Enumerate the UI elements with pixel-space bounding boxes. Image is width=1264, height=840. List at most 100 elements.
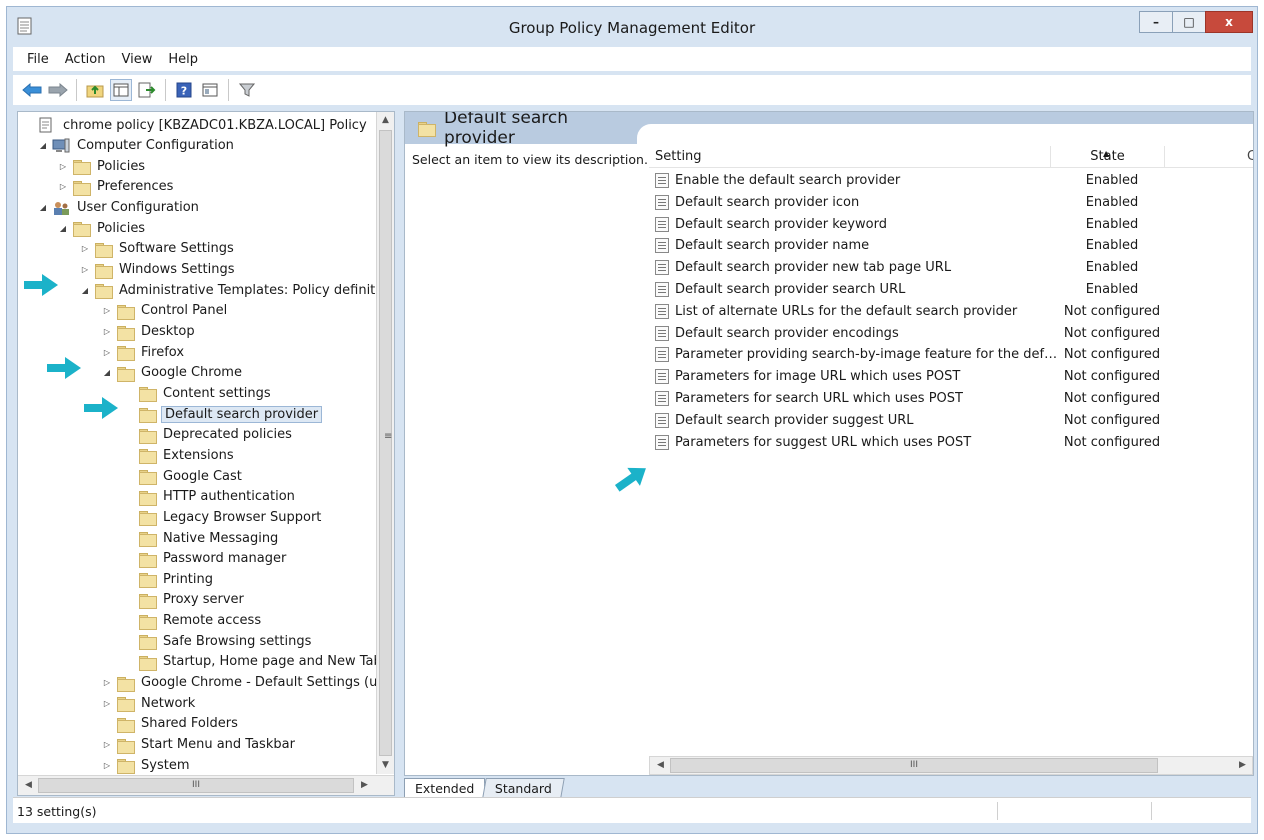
tree-node-label: Password manager <box>163 551 287 567</box>
setting-row[interactable]: Default search provider encodings Not con… <box>649 323 1253 344</box>
setting-row[interactable]: Parameter providing search-by-image feat… <box>649 344 1253 365</box>
setting-row[interactable]: Parameters for suggest URL which uses PO… <box>649 432 1253 453</box>
h-scroll-thumb[interactable]: III <box>670 758 1158 773</box>
tree-node[interactable]: ◢ User Configuration <box>38 198 201 218</box>
tree-node[interactable]: Safe Browsing settings <box>124 631 313 651</box>
expand-icon[interactable]: ▷ <box>102 327 112 336</box>
scroll-left-icon[interactable]: ◀ <box>20 777 37 794</box>
help-icon[interactable]: ? <box>173 79 195 101</box>
expand-icon[interactable]: ▷ <box>102 699 112 708</box>
back-icon[interactable] <box>21 79 43 101</box>
collapse-icon[interactable]: ◢ <box>58 224 68 233</box>
computer-icon <box>52 138 70 154</box>
menu-action[interactable]: Action <box>57 52 114 67</box>
tree-node[interactable]: Default search provider <box>124 404 323 424</box>
tree-node[interactable]: ◢ Policies <box>58 218 147 238</box>
forward-icon[interactable] <box>47 79 69 101</box>
collapse-icon[interactable]: ◢ <box>38 141 48 150</box>
properties-icon[interactable] <box>199 79 221 101</box>
expand-icon[interactable]: ▷ <box>102 306 112 315</box>
collapse-icon[interactable]: ◢ <box>38 203 48 212</box>
expand-icon[interactable]: ▷ <box>102 761 112 770</box>
column-header-state[interactable]: ▲ State <box>1051 146 1165 168</box>
tree-node[interactable]: Deprecated policies <box>124 425 294 445</box>
tab-standard[interactable]: Standard <box>482 778 566 798</box>
collapse-icon[interactable]: ◢ <box>80 286 90 295</box>
tree-node[interactable]: ◢ Google Chrome <box>102 363 244 383</box>
tree-vertical-scrollbar[interactable]: ▲ ≡ ▼ <box>376 112 394 774</box>
tree-node[interactable]: ▷ Preferences <box>58 177 175 197</box>
setting-row[interactable]: Default search provider search URL Enable… <box>649 279 1253 300</box>
tree-node[interactable]: Printing <box>124 569 215 589</box>
tree-node[interactable]: Shared Folders <box>102 714 240 734</box>
setting-name: Default search provider icon <box>675 194 860 210</box>
setting-row[interactable]: Default search provider suggest URL Not c… <box>649 410 1253 431</box>
column-header-setting[interactable]: Setting <box>649 146 1051 168</box>
tree-horizontal-scrollbar[interactable]: ◀ III ▶ <box>18 775 394 795</box>
tree-node[interactable]: ▷ Policies <box>58 156 147 176</box>
setting-row[interactable]: Parameters for image URL which uses POST… <box>649 366 1253 387</box>
tree-node[interactable]: HTTP authentication <box>124 487 297 507</box>
scroll-up-icon[interactable]: ▲ <box>377 112 394 129</box>
setting-row[interactable]: Default search provider icon Enabled <box>649 192 1253 213</box>
expand-icon[interactable]: ▷ <box>102 678 112 687</box>
tree-node[interactable]: Proxy server <box>124 590 246 610</box>
setting-row[interactable]: Enable the default search provider Enable… <box>649 170 1253 191</box>
tree-node[interactable]: ▷ Software Settings <box>80 239 236 259</box>
expand-icon[interactable]: ▷ <box>58 162 68 171</box>
tree-node[interactable]: ▷ Desktop <box>102 322 197 342</box>
expand-icon[interactable]: ▷ <box>102 740 112 749</box>
tree-node[interactable]: ◢ Administrative Templates: Policy defini… <box>80 280 377 300</box>
tree-node[interactable]: ◢ Computer Configuration <box>38 136 236 156</box>
up-folder-icon[interactable] <box>84 79 106 101</box>
scroll-right-icon[interactable]: ▶ <box>1234 757 1251 774</box>
scroll-thumb[interactable]: ≡ <box>379 130 392 756</box>
setting-row[interactable]: List of alternate URLs for the default s… <box>649 301 1253 322</box>
setting-row[interactable]: Default search provider new tab page URL… <box>649 257 1253 278</box>
tree-node[interactable]: ▷ Firefox <box>102 342 186 362</box>
expand-icon[interactable]: ▷ <box>102 348 112 357</box>
setting-row[interactable]: Default search provider keyword Enabled <box>649 214 1253 235</box>
tree-node[interactable]: Content settings <box>124 383 273 403</box>
scroll-right-icon[interactable]: ▶ <box>356 777 373 794</box>
tree-node[interactable]: Native Messaging <box>124 528 280 548</box>
expand-icon[interactable]: ▷ <box>80 265 90 274</box>
tree-node[interactable]: Extensions <box>124 445 236 465</box>
minimize-button[interactable]: – <box>1139 11 1173 33</box>
menu-help[interactable]: Help <box>160 52 206 67</box>
scroll-down-icon[interactable]: ▼ <box>377 757 394 774</box>
export-list-icon[interactable] <box>136 79 158 101</box>
tree-node[interactable]: Startup, Home page and New Tab page <box>124 652 377 672</box>
tree-node[interactable]: Remote access <box>124 611 263 631</box>
policy-doc-icon <box>38 117 56 133</box>
expand-icon[interactable]: ▷ <box>80 244 90 253</box>
scroll-left-icon[interactable]: ◀ <box>652 757 669 774</box>
tree-node[interactable]: ▷ Start Menu and Taskbar <box>102 735 297 755</box>
setting-row[interactable]: Default search provider name Enabled <box>649 235 1253 256</box>
details-horizontal-scrollbar[interactable]: ◀ III ▶ <box>649 756 1253 775</box>
list-header: Setting ▲ State C <box>649 146 1253 168</box>
show-hide-tree-icon[interactable] <box>110 79 132 101</box>
setting-state: Not configured <box>1063 434 1161 450</box>
tree-node[interactable]: ▷ System <box>102 755 191 774</box>
tree-node[interactable]: Google Cast <box>124 466 244 486</box>
tree-node-label: Network <box>141 695 196 711</box>
close-button[interactable]: x <box>1205 11 1253 33</box>
tab-extended[interactable]: Extended <box>404 778 486 798</box>
tree-node[interactable]: Password manager <box>124 549 288 569</box>
tree-node[interactable]: ▷ Google Chrome - Default Settings (users… <box>102 673 377 693</box>
expand-icon[interactable]: ▷ <box>58 182 68 191</box>
menu-view[interactable]: View <box>113 52 160 67</box>
setting-row[interactable]: Parameters for search URL which uses POS… <box>649 388 1253 409</box>
tree-node[interactable]: ▷ Control Panel <box>102 301 229 321</box>
collapse-icon[interactable]: ◢ <box>102 368 112 377</box>
tree-node[interactable]: ▷ Windows Settings <box>80 260 236 280</box>
tree-node[interactable]: chrome policy [KBZADC01.KBZA.LOCAL] Poli… <box>24 115 369 135</box>
menu-file[interactable]: File <box>19 52 57 67</box>
tree-node[interactable]: ▷ Network <box>102 693 197 713</box>
h-scroll-thumb[interactable]: III <box>38 778 354 793</box>
column-header-comment[interactable]: C <box>1165 146 1253 168</box>
maximize-button[interactable]: □ <box>1172 11 1206 33</box>
filter-icon[interactable] <box>236 79 258 101</box>
tree-node[interactable]: Legacy Browser Support <box>124 507 323 527</box>
